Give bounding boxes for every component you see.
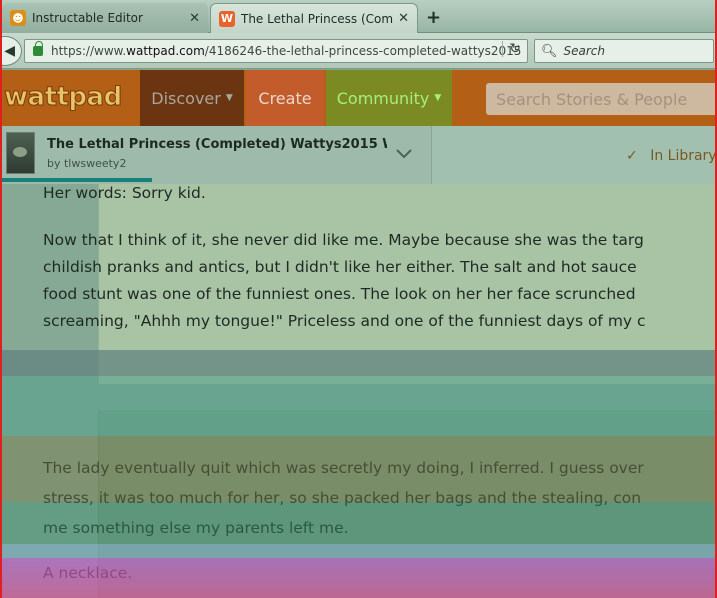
window-border-left: [0, 0, 2, 598]
paragraph: A necklace.: [43, 564, 133, 582]
browser-nav-bar: ◀ https://www.wattpad.com/4186246-the-le…: [0, 33, 717, 69]
paragraph: The lady eventually quit which was secre…: [43, 459, 644, 537]
url-text: https://www.wattpad.com/4186246-the-leth…: [51, 44, 522, 58]
wattpad-logo[interactable]: wattpad: [4, 82, 123, 113]
story-title: The Lethal Princess (Completed) Wattys20…: [47, 137, 387, 152]
wattpad-favicon-icon: W: [219, 10, 235, 27]
close-icon[interactable]: ✕: [189, 11, 200, 26]
tab-label: Instructable Editor: [32, 11, 143, 25]
discover-label: Discover: [151, 88, 221, 108]
search-icon: 🔍︎: [541, 43, 558, 59]
community-label: Community: [336, 88, 430, 108]
paragraph: Her words: Sorry kid.: [43, 184, 206, 202]
back-arrow-icon[interactable]: ◀: [0, 36, 22, 66]
story-cover: [6, 132, 35, 174]
reading-content: Her words: Sorry kid. Now that I think o…: [0, 184, 717, 598]
search-placeholder: Search: [563, 44, 606, 58]
browser-search-input[interactable]: 🔍︎ Search: [534, 39, 714, 63]
story-search-input[interactable]: Search Stories & People: [486, 83, 717, 115]
lock-icon: [33, 41, 43, 56]
create-label: Create: [258, 88, 312, 108]
tab-instructable-editor[interactable]: ☻ Instructable Editor ✕: [2, 3, 208, 33]
paragraph: Now that I think of it, she never did li…: [43, 231, 646, 330]
reading-progress-bar: [0, 178, 152, 182]
chevron-down-icon[interactable]: [394, 143, 414, 163]
discover-menu[interactable]: Discover ▼: [140, 70, 244, 126]
caret-down-icon: ▼: [434, 93, 442, 103]
story-search-placeholder: Search Stories & People: [496, 89, 688, 109]
story-author[interactable]: by tlwsweety2: [47, 157, 126, 170]
new-tab-plus-icon[interactable]: +: [426, 7, 441, 28]
create-link[interactable]: Create: [246, 70, 324, 126]
in-library-button[interactable]: ✓ In Library: [626, 148, 717, 164]
community-menu[interactable]: Community ▼: [326, 70, 452, 126]
tab-label: The Lethal Princess (Comp...: [241, 11, 394, 26]
in-library-label: In Library: [650, 148, 717, 164]
story-toolbar: The Lethal Princess (Completed) Wattys20…: [0, 126, 717, 184]
url-bar[interactable]: https://www.wattpad.com/4186246-the-leth…: [24, 39, 528, 63]
instructables-robot-icon: ☻: [10, 10, 26, 26]
reload-icon[interactable]: ↻: [502, 41, 521, 57]
site-header: wattpad Discover ▼ Create Community ▼ Se…: [0, 70, 717, 126]
caret-down-icon: ▼: [225, 93, 233, 103]
check-icon: ✓: [626, 148, 638, 164]
tab-lethal-princess[interactable]: W The Lethal Princess (Comp... ✕: [210, 3, 418, 33]
browser-tab-strip: ☻ Instructable Editor ✕ W The Lethal Pri…: [0, 0, 717, 33]
close-icon[interactable]: ✕: [398, 11, 409, 26]
story-info[interactable]: The Lethal Princess (Completed) Wattys20…: [0, 126, 432, 184]
